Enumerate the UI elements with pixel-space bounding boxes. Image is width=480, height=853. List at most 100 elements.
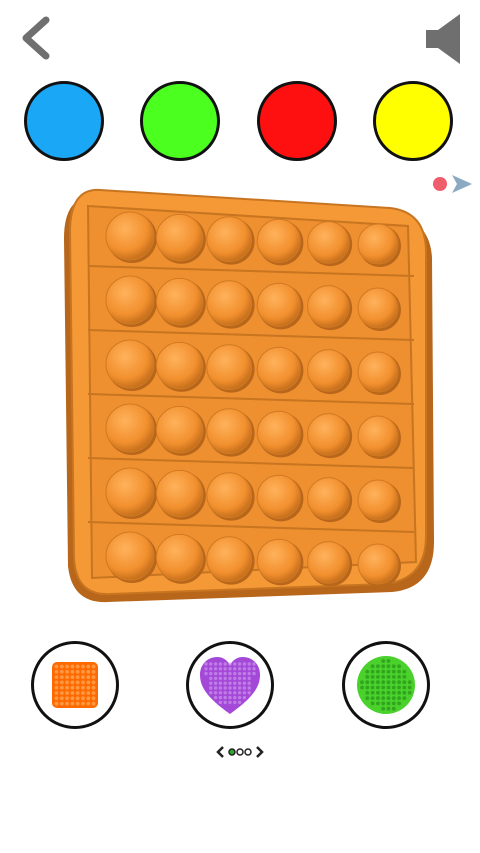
thumb-dot (218, 681, 223, 685)
thumb-dot (228, 662, 232, 666)
thumb-dot (252, 662, 256, 666)
thumb-dot (75, 696, 80, 701)
thumb-dot (237, 671, 242, 676)
thumb-dot (233, 691, 237, 695)
thumb-dot (370, 685, 375, 690)
thumb-dot (228, 700, 232, 705)
thumb-dot (376, 690, 380, 695)
pager-dot-active[interactable] (228, 748, 236, 756)
pager-dot[interactable] (244, 748, 252, 756)
thumb-dot (228, 681, 232, 685)
thumb-dot (54, 696, 59, 701)
thumb-dot (386, 701, 391, 706)
thumb-dot (81, 675, 85, 679)
shape-pager[interactable] (215, 740, 265, 764)
thumb-dot (70, 664, 75, 669)
thumb-dot (223, 695, 227, 700)
thumb-dot (247, 691, 251, 695)
thumb-dot (247, 681, 251, 685)
pager-right-icon (256, 746, 264, 758)
thumb-dot (252, 667, 256, 671)
color-swatch-blue[interactable] (24, 81, 104, 161)
thumb-dot (213, 662, 218, 666)
thumb-dot (381, 706, 386, 711)
thumb-dot (209, 691, 213, 695)
thumb-dot (365, 685, 370, 690)
thumb-dot (70, 701, 75, 706)
thumb-dot (213, 667, 218, 671)
pop-it-board[interactable] (58, 186, 438, 606)
thumb-dot (213, 671, 218, 676)
thumb-dot (242, 681, 247, 685)
thumb-dot (91, 691, 96, 695)
circle-pop-it-icon (357, 656, 415, 714)
thumb-dot (204, 667, 208, 671)
thumb-dot (402, 690, 407, 695)
thumb-dot (81, 701, 85, 706)
thumb-dot (70, 696, 75, 701)
thumb-dot (386, 675, 391, 679)
thumb-dot (59, 701, 64, 706)
thumb-dot (386, 685, 391, 690)
thumb-dot (209, 667, 213, 671)
thumb-dot (237, 700, 242, 705)
thumb-dot (365, 690, 370, 695)
thumb-dot (65, 685, 69, 690)
thumb-dot (70, 691, 75, 695)
thumb-dot (75, 664, 80, 669)
thumb-dot (218, 676, 223, 681)
thumb-dot (397, 680, 401, 685)
thumb-dot (228, 676, 232, 681)
thumb-dot (81, 685, 85, 690)
thumb-dot (386, 696, 391, 700)
thumb-dot (59, 664, 64, 669)
thumb-dot (75, 691, 80, 695)
color-swatch-green[interactable] (140, 81, 220, 161)
thumb-dot (233, 695, 237, 700)
thumb-dot (407, 690, 412, 695)
sound-button[interactable] (420, 8, 468, 68)
square-pop-it-icon (52, 662, 98, 708)
back-button[interactable] (14, 14, 58, 62)
pager-dot[interactable] (236, 748, 244, 756)
thumb-dot (86, 685, 91, 690)
color-swatch-yellow[interactable] (373, 81, 453, 161)
shape-circle-button[interactable] (342, 641, 430, 729)
thumb-dot (209, 662, 213, 666)
thumb-dot (233, 671, 237, 676)
thumb-dot (237, 662, 242, 666)
thumb-dot (223, 700, 227, 705)
shape-heart-button[interactable] (186, 641, 274, 729)
thumb-dot (223, 681, 227, 685)
thumb-dot (91, 696, 96, 701)
thumb-dot (365, 669, 370, 674)
thumb-dot (228, 691, 232, 695)
thumb-dot (91, 669, 96, 674)
thumb-dot (386, 664, 391, 669)
thumb-dot (54, 680, 59, 685)
thumb-dot (54, 669, 59, 674)
thumb-dot (397, 685, 401, 690)
thumb-dot (54, 701, 59, 706)
thumb-dot (381, 701, 386, 706)
thumb-dot (381, 690, 386, 695)
chevron-left-icon (22, 16, 50, 60)
thumb-dot (65, 691, 69, 695)
thumb-dot (370, 696, 375, 700)
color-swatch-red[interactable] (257, 81, 337, 161)
thumb-dot (65, 669, 69, 674)
thumb-dot (242, 667, 247, 671)
thumb-dot (213, 691, 218, 695)
speaker-icon (426, 14, 460, 64)
thumb-dot (233, 662, 237, 666)
thumb-dot (247, 662, 251, 666)
thumb-dot (70, 685, 75, 690)
thumb-dot (247, 686, 251, 690)
thumb-dot (218, 667, 223, 671)
thumb-dot (54, 691, 59, 695)
shape-square-button[interactable] (31, 641, 119, 729)
thumb-dot (75, 685, 80, 690)
thumb-dot (59, 691, 64, 695)
thumb-dot (86, 696, 91, 701)
thumb-dot (218, 695, 223, 700)
